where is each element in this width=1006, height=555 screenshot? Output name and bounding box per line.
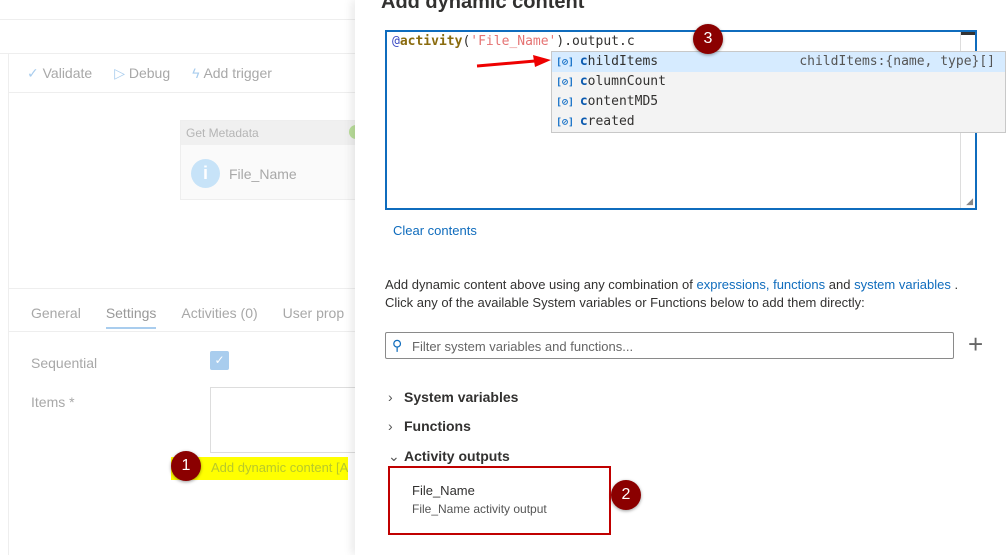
activity-type: Get Metadata <box>181 121 359 145</box>
chevron-right-icon: › <box>388 418 393 434</box>
tab-user-properties[interactable]: User prop <box>283 305 344 329</box>
sequential-label: Sequential <box>31 355 98 371</box>
tab-activities[interactable]: Activities (0) <box>181 305 257 329</box>
panel-title: Add dynamic content <box>381 0 585 13</box>
search-icon: ⚲ <box>392 337 403 353</box>
system-variables-link[interactable]: system variables <box>854 277 951 292</box>
activity-output-item[interactable]: File_Name File_Name activity output <box>388 466 611 535</box>
trigger-icon: ϟ <box>192 65 200 81</box>
validate-button[interactable]: ✓ Validate <box>27 65 92 82</box>
suggestion-item[interactable]: [⊘] columnCount <box>552 72 1005 92</box>
autocomplete-list: [⊘] childItems childItems:{name, type}[] … <box>551 51 1006 133</box>
suggestion-item[interactable]: [⊘] created <box>552 112 1005 132</box>
add-dynamic-content-link[interactable]: Add dynamic content [Alt <box>211 460 348 475</box>
functions-link[interactable]: functions <box>773 277 825 292</box>
divider <box>0 53 355 54</box>
check-icon: ✓ <box>27 65 39 81</box>
divider <box>8 331 355 332</box>
tab-bar: General Settings Activities (0) User pro… <box>31 305 344 329</box>
divider <box>0 19 355 20</box>
tab-general[interactable]: General <box>31 305 81 329</box>
property-icon: [⊘] <box>556 77 575 88</box>
step-badge-2: 2 <box>611 480 641 510</box>
section-activity-outputs[interactable]: ⌄ Activity outputs <box>388 448 510 465</box>
activity-card[interactable]: Get Metadata i File_Name <box>180 120 363 200</box>
sequential-checkbox[interactable]: ✓ <box>210 351 229 370</box>
property-icon: [⊘] <box>556 117 575 128</box>
activity-name: File_Name <box>229 166 297 182</box>
section-system-variables[interactable]: › System variables <box>388 389 518 405</box>
expression-text: @activity('File_Name').output.c <box>392 34 635 49</box>
add-trigger-button[interactable]: ϟ Add trigger <box>192 65 272 82</box>
help-text: Add dynamic content above using any comb… <box>385 277 959 310</box>
divider <box>8 92 355 93</box>
red-arrow-icon <box>476 55 551 68</box>
expressions-link[interactable]: expressions, <box>696 277 769 292</box>
step-badge-1: 1 <box>171 451 201 481</box>
clear-contents-link[interactable]: Clear contents <box>393 223 477 238</box>
property-icon: [⊘] <box>556 57 575 68</box>
add-icon[interactable]: + <box>968 329 983 360</box>
tab-settings[interactable]: Settings <box>105 305 157 329</box>
items-input[interactable] <box>210 387 360 453</box>
info-icon: i <box>191 159 220 188</box>
chevron-right-icon: › <box>388 389 393 405</box>
play-icon: ▷ <box>114 65 125 81</box>
debug-button[interactable]: ▷ Debug <box>114 65 170 82</box>
resize-grip-icon[interactable]: ◢ <box>966 196 973 207</box>
suggestion-item[interactable]: [⊘] childItems childItems:{name, type}[] <box>552 52 1005 72</box>
chevron-down-icon: ⌄ <box>388 448 400 464</box>
section-functions[interactable]: › Functions <box>388 418 471 434</box>
filter-input[interactable]: ⚲ Filter system variables and functions.… <box>385 332 954 359</box>
step-badge-3: 3 <box>693 24 723 54</box>
divider <box>8 288 355 289</box>
toolbar: ✓ Validate ▷ Debug ϟ Add trigger <box>27 65 272 82</box>
divider <box>8 54 9 555</box>
property-icon: [⊘] <box>556 97 575 108</box>
items-label: Items * <box>31 394 75 410</box>
suggestion-item[interactable]: [⊘] contentMD5 <box>552 92 1005 112</box>
